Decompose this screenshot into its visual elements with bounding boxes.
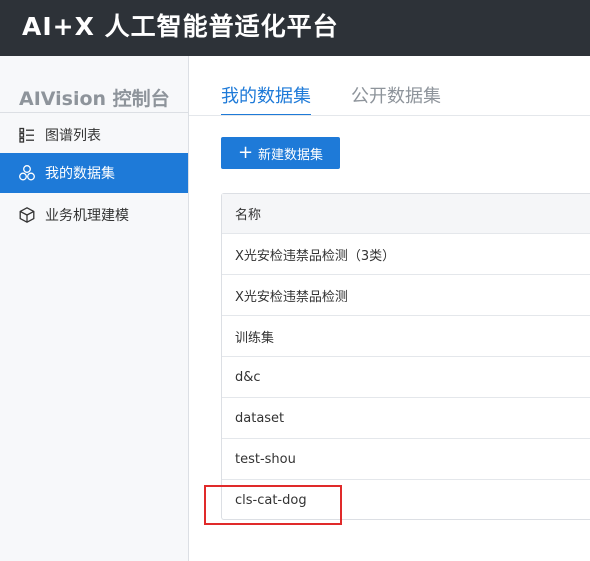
sidebar-item-my-datasets[interactable]: 我的数据集 bbox=[0, 153, 188, 193]
table-row[interactable]: X光安检违禁品检测 bbox=[222, 275, 590, 316]
cube-icon bbox=[18, 206, 36, 224]
column-header-name: 名称 bbox=[235, 208, 262, 223]
table-row[interactable]: test-shou bbox=[222, 439, 590, 480]
console-title: AIVision 控制台 bbox=[19, 88, 170, 110]
sidebar-item-graph-list[interactable]: 图谱列表 bbox=[0, 115, 188, 155]
sidebar-item-label: 我的数据集 bbox=[45, 166, 115, 182]
table-row[interactable]: 训练集 bbox=[222, 316, 590, 357]
sidebar: AIVision 控制台 图谱列表 我的数据集 业务机理建模 bbox=[0, 56, 189, 561]
table-header: 名称 bbox=[222, 194, 590, 234]
sidebar-item-label: 图谱列表 bbox=[45, 128, 101, 144]
top-bar: AI+X 人工智能普适化平台 bbox=[0, 0, 590, 56]
table-row[interactable]: d&c bbox=[222, 357, 590, 398]
tab-public-datasets[interactable]: 公开数据集 bbox=[351, 82, 441, 116]
sidebar-item-business-modeling[interactable]: 业务机理建模 bbox=[0, 195, 188, 235]
brand-logo: AI+X 人工智能普适化平台 bbox=[22, 12, 339, 41]
table-row[interactable]: dataset bbox=[222, 398, 590, 439]
sidebar-divider bbox=[0, 112, 188, 113]
cluster-icon bbox=[18, 164, 36, 182]
list-icon bbox=[18, 126, 36, 144]
dataset-table: 名称 X光安检违禁品检测（3类） X光安检违禁品检测 训练集 d&c datas… bbox=[221, 193, 590, 520]
plus-icon: + bbox=[237, 142, 254, 163]
tabs-divider bbox=[189, 115, 590, 116]
table-row[interactable]: X光安检违禁品检测（3类） bbox=[222, 234, 590, 275]
new-dataset-label: 新建数据集 bbox=[258, 147, 324, 163]
sidebar-item-label: 业务机理建模 bbox=[45, 208, 129, 224]
new-dataset-button[interactable]: + 新建数据集 bbox=[221, 137, 340, 169]
tab-my-datasets[interactable]: 我的数据集 bbox=[221, 82, 311, 116]
table-row[interactable]: cls-cat-dog bbox=[222, 480, 590, 521]
